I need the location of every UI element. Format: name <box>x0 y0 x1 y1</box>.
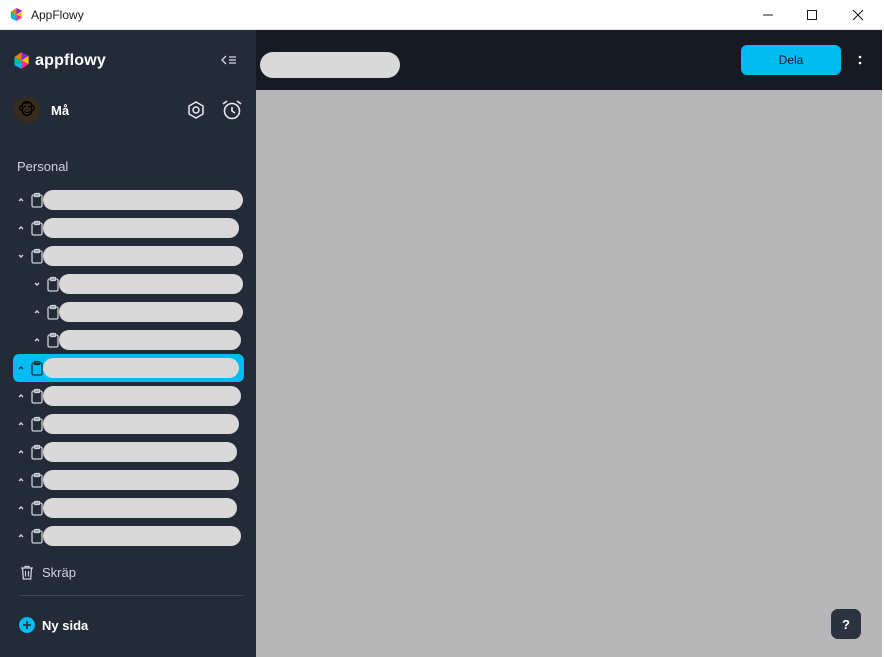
close-icon <box>852 9 864 21</box>
page-title <box>43 386 241 406</box>
document-icon <box>31 500 43 516</box>
sidebar-page-item[interactable] <box>13 298 244 326</box>
trash-icon <box>21 565 33 580</box>
document-icon <box>31 192 43 208</box>
document-icon <box>31 248 43 264</box>
sidebar-page-item[interactable] <box>13 270 244 298</box>
appflowy-logo-icon <box>10 7 23 22</box>
new-page-label: Ny sida <box>42 617 89 633</box>
document-icon <box>31 220 43 236</box>
sidebar-page-item[interactable] <box>13 186 244 214</box>
sidebar-page-item[interactable] <box>13 410 244 438</box>
document-icon <box>47 276 59 292</box>
page-title <box>43 246 243 266</box>
more-vertical-icon <box>858 55 862 65</box>
chevron-up-icon[interactable] <box>16 447 26 457</box>
page-title <box>43 414 239 434</box>
chevron-up-icon[interactable] <box>16 419 26 429</box>
page-list <box>13 186 244 550</box>
page-title <box>43 526 241 546</box>
settings-icon[interactable] <box>186 100 206 120</box>
page-title <box>59 274 243 294</box>
help-button[interactable]: ? <box>831 609 861 639</box>
page-title <box>43 498 237 518</box>
maximize-button[interactable] <box>789 0 835 30</box>
logo-text: appflowy <box>35 51 106 69</box>
maximize-icon <box>807 10 817 20</box>
sidebar-page-item[interactable] <box>13 466 244 494</box>
trash-label: Skräp <box>42 564 76 580</box>
sidebar-page-item[interactable] <box>13 214 244 242</box>
chevron-up-icon[interactable] <box>16 363 26 373</box>
chevron-up-icon[interactable] <box>16 391 26 401</box>
document-icon <box>31 388 43 404</box>
share-button[interactable]: Dela <box>741 45 841 75</box>
sidebar-page-item[interactable] <box>13 382 244 410</box>
chevron-up-icon[interactable] <box>32 307 42 317</box>
appflowy-logo-icon <box>14 52 29 69</box>
document-topbar: Dela <box>256 30 882 90</box>
document-icon <box>31 444 43 460</box>
minimize-button[interactable] <box>745 0 791 30</box>
page-title <box>59 330 241 350</box>
sidebar-page-item[interactable] <box>13 326 244 354</box>
sidebar-page-item[interactable] <box>13 438 244 466</box>
avatar[interactable]: 🐵 <box>14 97 40 123</box>
document-icon <box>47 332 59 348</box>
document-icon <box>31 360 43 376</box>
plus-circle-icon <box>19 617 35 633</box>
chevron-up-icon[interactable] <box>16 531 26 541</box>
alarm-clock-icon[interactable] <box>221 99 243 121</box>
chevron-up-icon[interactable] <box>16 195 26 205</box>
window-titlebar: AppFlowy <box>0 0 884 30</box>
sidebar: appflowy 🐵 Må Personal Skräp Ny sida <box>0 30 256 657</box>
page-title <box>43 442 237 462</box>
document-icon <box>31 528 43 544</box>
main-content: Dela ? <box>256 30 882 657</box>
page-title <box>43 470 239 490</box>
chevron-down-icon[interactable] <box>16 251 26 261</box>
document-icon <box>31 416 43 432</box>
sidebar-page-item[interactable] <box>13 354 244 382</box>
chevron-down-icon[interactable] <box>32 279 42 289</box>
page-title <box>43 358 239 378</box>
app-logo: appflowy <box>12 51 106 70</box>
chevron-up-icon[interactable] <box>32 335 42 345</box>
document-icon <box>31 472 43 488</box>
page-title <box>43 218 239 238</box>
chevron-up-icon[interactable] <box>16 223 26 233</box>
page-title <box>59 302 243 322</box>
sidebar-page-item[interactable] <box>13 494 244 522</box>
chevron-up-icon[interactable] <box>16 475 26 485</box>
breadcrumb[interactable] <box>260 52 400 78</box>
new-page-button[interactable]: Ny sida <box>19 616 88 634</box>
more-options-button[interactable] <box>854 50 866 70</box>
user-name: Må <box>51 103 70 118</box>
sidebar-divider <box>19 595 244 596</box>
collapse-sidebar-icon[interactable] <box>220 52 238 68</box>
close-button[interactable] <box>835 0 881 30</box>
window-title: AppFlowy <box>31 8 84 22</box>
sidebar-page-item[interactable] <box>13 242 244 270</box>
sidebar-page-item[interactable] <box>13 522 244 550</box>
section-title-personal: Personal <box>17 159 69 174</box>
chevron-up-icon[interactable] <box>16 503 26 513</box>
user-row: 🐵 Må <box>14 97 246 123</box>
page-title <box>43 190 243 210</box>
trash-button[interactable]: Skräp <box>20 563 76 581</box>
minimize-icon <box>763 14 773 16</box>
document-icon <box>47 304 59 320</box>
